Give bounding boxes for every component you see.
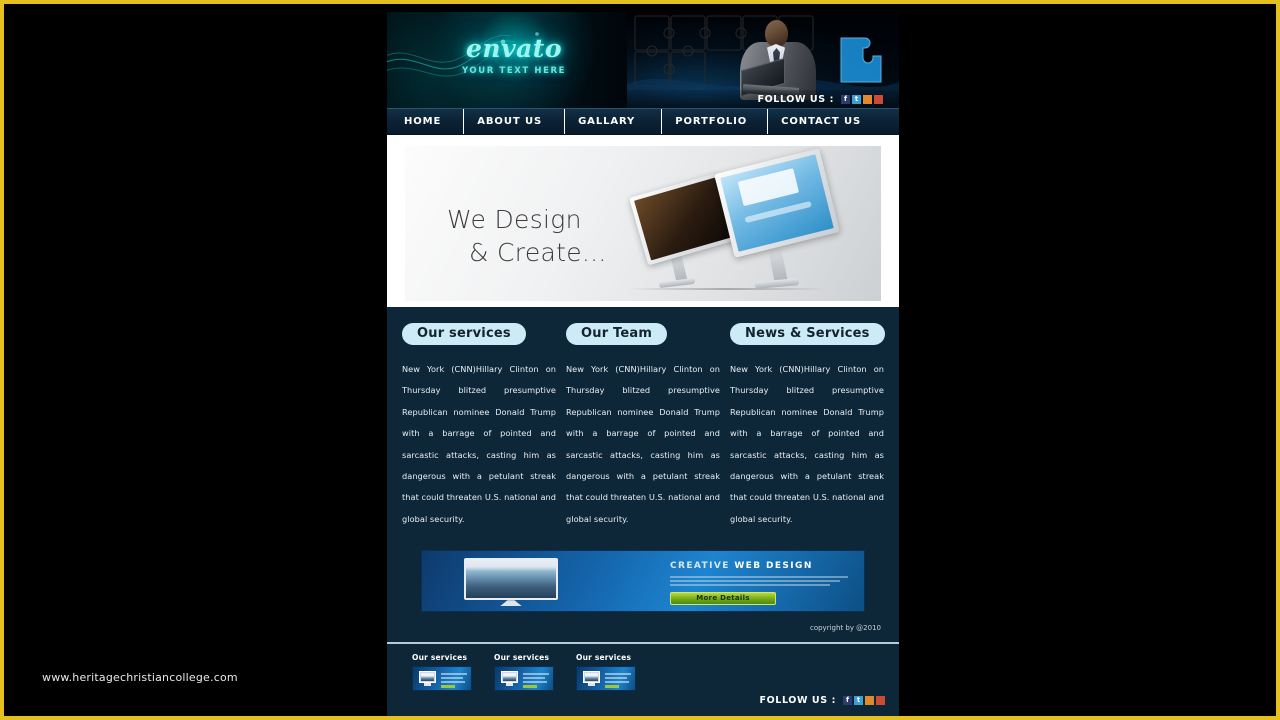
column-our-team: Our Team New York (CNN)Hillary Clinton o… (566, 323, 720, 530)
column-body-our-team: New York (CNN)Hillary Clinton on Thursda… (566, 364, 720, 524)
hero-line-2: & Create... (469, 238, 607, 267)
rss-icon[interactable] (863, 94, 872, 104)
site-header: envato YOUR TEXT HERE FOLLOW US: f t (387, 12, 899, 108)
footer-follow-label: FOLLOW US : (759, 695, 836, 707)
twitter-icon[interactable]: t (854, 696, 863, 706)
header-follow-label: FOLLOW US : (757, 93, 834, 105)
footer-follow-us-bar: FOLLOW US : f t (760, 695, 885, 706)
facebook-icon[interactable]: f (843, 696, 852, 706)
footer-thumbnail-title-2: Our services (494, 653, 550, 663)
promo-monitor-image (464, 558, 558, 601)
twitter-icon[interactable]: t (852, 94, 861, 104)
promo-banner[interactable]: CREATIVE WEB DESIGN More Details (421, 550, 865, 613)
share-icon[interactable] (876, 696, 885, 706)
header-follow-us-bar: FOLLOW US : f t (627, 90, 899, 108)
footer-thumbnail-title-3: Our services (576, 653, 632, 663)
hero-banner[interactable]: We Design & Create... (405, 146, 881, 301)
nav-item-gallary[interactable]: GALLARY (565, 109, 663, 134)
column-our-services: Our services New York (CNN)Hillary Clint… (402, 323, 556, 530)
businessman-illustration (735, 20, 821, 100)
share-icon[interactable] (874, 94, 883, 104)
column-title-our-services: Our services (402, 323, 526, 345)
promo-title-part-1: CREATIVE (670, 561, 730, 572)
website-frame: envato YOUR TEXT HERE FOLLOW US: f t HO… (387, 12, 899, 716)
promo-section: CREATIVE WEB DESIGN More Details (387, 530, 899, 613)
footer-thumbnails: Our services Our services Our services (387, 653, 899, 692)
header-logo-panel: envato YOUR TEXT HERE (387, 12, 632, 108)
promo-description-lines (670, 576, 860, 586)
footer-thumbnail-1[interactable]: Our services (412, 653, 472, 692)
monitor-a-base (658, 277, 696, 289)
column-title-news-and-services: News & Services (730, 323, 885, 345)
primary-navigation: HOME ABOUT US GALLARY PORTFOLIO CONTACT … (387, 108, 899, 135)
screen-root: www.heritagechristiancollege.com envato … (0, 0, 1280, 720)
watermark-text: www.heritagechristiancollege.com (42, 671, 238, 684)
content-columns: Our services New York (CNN)Hillary Clint… (387, 307, 899, 531)
hero-shadow (627, 288, 827, 290)
column-body-news-and-services: New York (CNN)Hillary Clinton on Thursda… (730, 364, 884, 524)
hero-section: We Design & Create... (387, 135, 899, 307)
footer-thumbnail-image-1 (412, 666, 472, 692)
nav-item-home[interactable]: HOME (387, 109, 465, 134)
footer-thumbnail-title-1: Our services (412, 653, 468, 663)
header-banner-image: FOLLOW US : f t (627, 12, 899, 108)
nav-item-portfolio[interactable]: PORTFOLIO (662, 109, 769, 134)
copyright-text: copyright by @2010 (387, 612, 899, 643)
promo-content: CREATIVE WEB DESIGN More Details (670, 561, 860, 605)
footer-thumbnail-image-2 (494, 666, 554, 692)
nav-item-contact-us[interactable]: CONTACT US (768, 109, 891, 134)
nav-item-about-us[interactable]: ABOUT US (464, 109, 566, 134)
rss-icon[interactable] (865, 696, 874, 706)
hero-line-1: We Design (447, 205, 582, 234)
site-footer: Our services Our services Our services F… (387, 642, 899, 716)
footer-thumbnail-image-3 (576, 666, 636, 692)
column-news-and-services: News & Services New York (CNN)Hillary Cl… (730, 323, 885, 530)
more-details-button[interactable]: More Details (670, 591, 776, 605)
bottom-navigation-wrapper: HOME ABOUT US GALLARY PORTFOLIO CONTACT … (387, 715, 899, 716)
column-title-our-team: Our Team (566, 323, 668, 345)
facebook-icon[interactable]: f (841, 94, 850, 104)
promo-title: CREATIVE WEB DESIGN (670, 561, 860, 571)
decorative-swirl-graphic (387, 32, 539, 77)
footer-thumbnail-3[interactable]: Our services (576, 653, 636, 692)
promo-monitor-stand (500, 600, 522, 607)
footer-thumbnail-2[interactable]: Our services (494, 653, 554, 692)
hero-headline: We Design & Create... (447, 203, 607, 269)
column-body-our-services: New York (CNN)Hillary Clinton on Thursda… (402, 364, 556, 524)
monitor-b-image (714, 148, 840, 258)
promo-title-part-2: WEB DESIGN (734, 561, 813, 572)
